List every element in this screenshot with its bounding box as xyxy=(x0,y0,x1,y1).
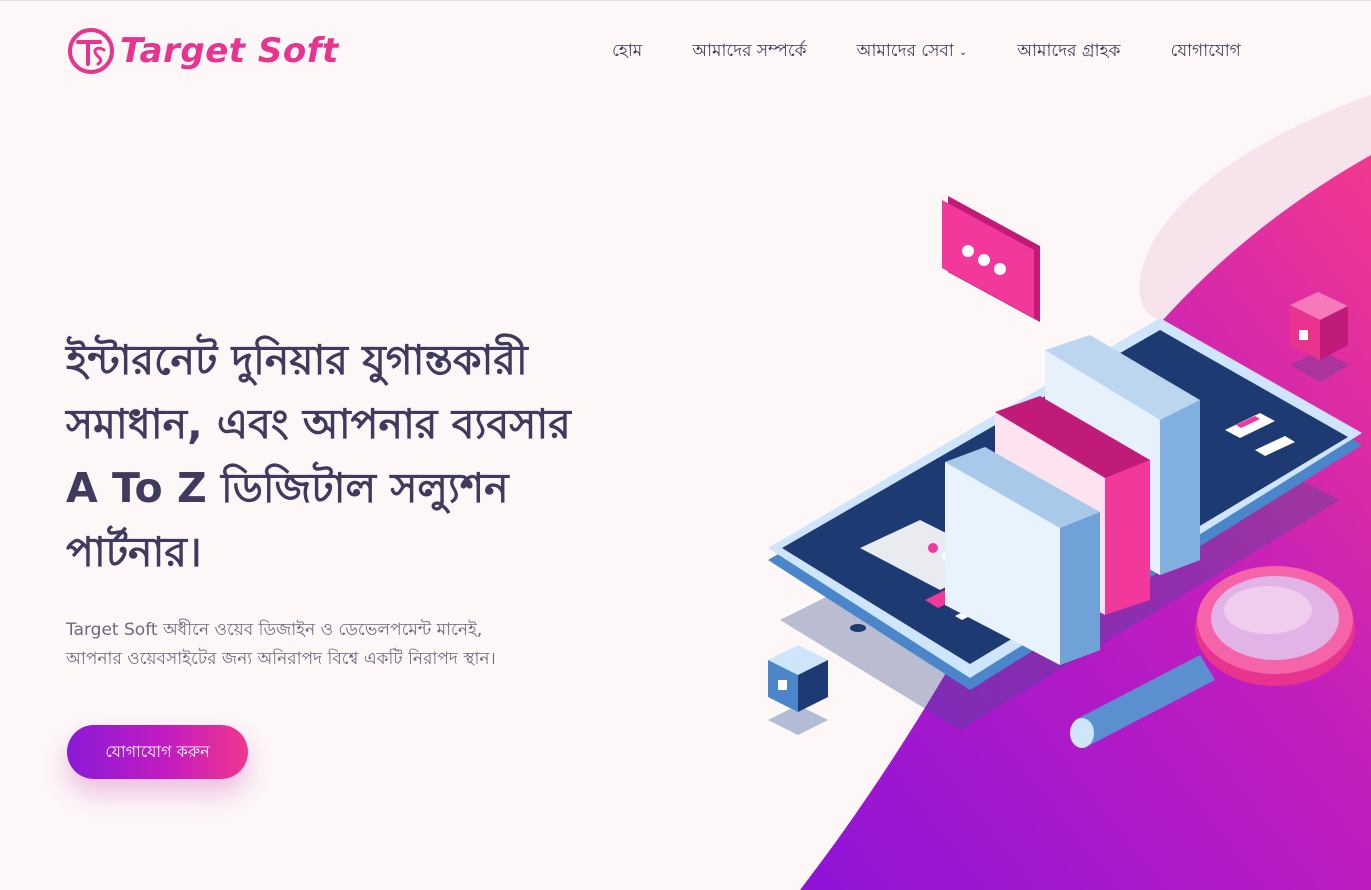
nav-item-label: আমাদের সম্পর্কে xyxy=(692,41,807,61)
chat-bubble-icon xyxy=(942,196,1040,322)
nav-item-home[interactable]: হোম xyxy=(612,38,642,66)
hero-subtitle: Target Soft অধীনে ওয়েব ডিজাইন ও ডেভেলপম… xyxy=(66,616,626,674)
nav-item-label: আমাদের গ্রাহক xyxy=(1017,41,1121,61)
background-soft-blob xyxy=(1139,95,1371,321)
main-nav: হোম আমাদের সম্পর্কে আমাদের সেবা ⌄ আমাদের… xyxy=(612,38,1241,66)
nav-item-label: যোগাযোগ xyxy=(1170,41,1241,61)
magnifier-icon xyxy=(1070,566,1355,748)
chevron-down-icon: ⌄ xyxy=(958,46,968,58)
hero-title-line: ইন্টারনেট দুনিয়ার যুগান্তকারী xyxy=(66,336,528,384)
brand-name: Target Soft xyxy=(120,31,339,71)
nav-item-label: আমাদের সেবা xyxy=(856,41,954,61)
brand-logo[interactable]: Target Soft xyxy=(66,26,339,76)
hero-title-line: A To Z ডিজিটাল সল্যুশন xyxy=(66,464,509,512)
hero-subtitle-line: আপনার ওয়েবসাইটের জন্য অনিরাপদ বিশ্বে এক… xyxy=(66,649,496,669)
hero-title-line: পার্টনার। xyxy=(66,528,202,576)
nav-item-label: হোম xyxy=(612,41,643,61)
hero-title: ইন্টারনেট দুনিয়ার যুগান্তকারী সমাধান, এ… xyxy=(66,328,666,584)
nav-item-about[interactable]: আমাদের সম্পর্কে xyxy=(692,38,806,66)
small-cube-icon xyxy=(768,645,828,735)
phone-device xyxy=(768,318,1362,690)
background-gradient-wave xyxy=(800,155,1371,890)
nav-item-services[interactable]: আমাদের সেবা ⌄ xyxy=(857,38,968,66)
nav-item-contact[interactable]: যোগাযোগ xyxy=(1170,38,1240,66)
hero-subtitle-line: Target Soft অধীনে ওয়েব ডিজাইন ও ডেভেলপম… xyxy=(66,620,483,640)
cube-icon xyxy=(1290,292,1350,382)
books-stack xyxy=(945,335,1200,665)
contact-button[interactable]: যোগাযোগ করুন xyxy=(67,725,248,779)
logo-mark-icon xyxy=(68,28,114,74)
top-border xyxy=(0,0,1371,1)
nav-item-clients[interactable]: আমাদের গ্রাহক xyxy=(1017,38,1120,66)
hero-title-line: সমাধান, এবং আপনার ব্যবসার xyxy=(66,400,571,448)
